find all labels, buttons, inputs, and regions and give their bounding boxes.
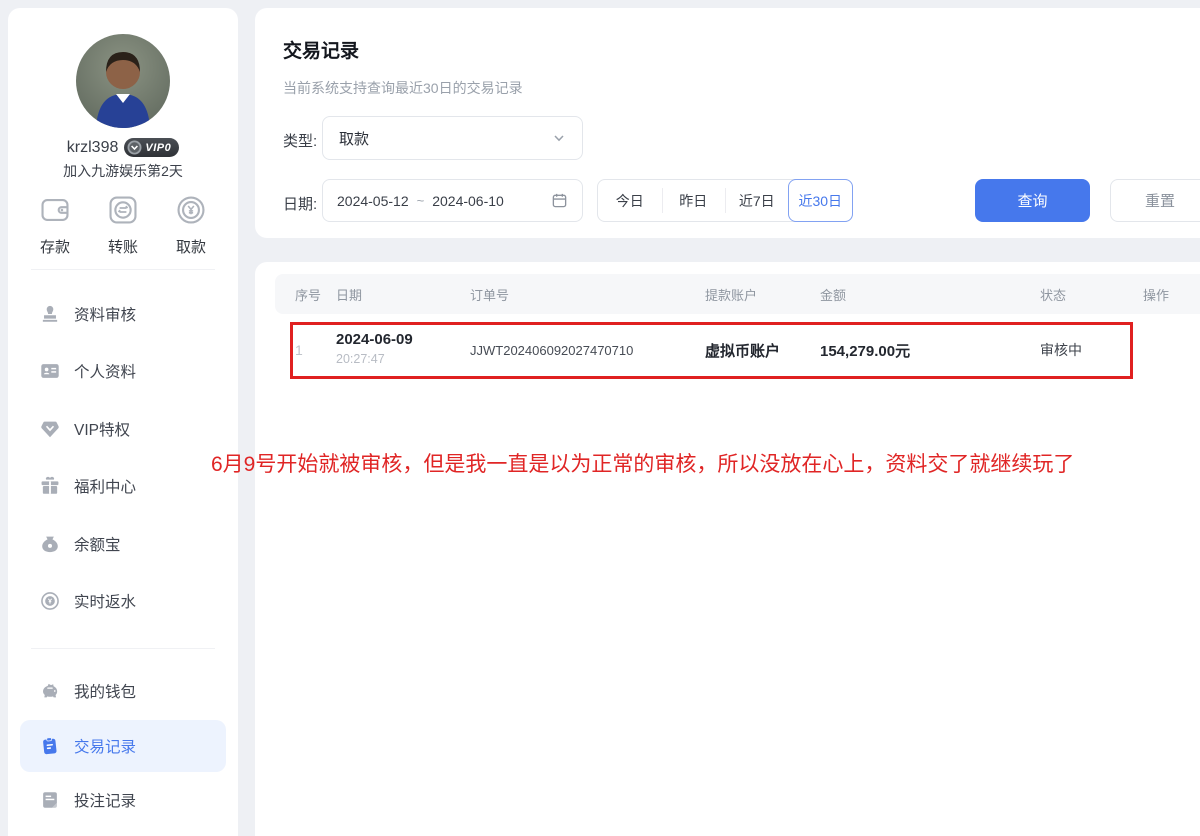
col-order-no: 订单号: [470, 285, 705, 304]
avatar-photo-placeholder: [76, 34, 170, 128]
range-30days-button[interactable]: 近30日: [788, 179, 854, 222]
row-date-time: 20:27:47: [336, 352, 385, 366]
date-end: 2024-06-10: [432, 193, 504, 209]
date-filter-label: 日期:: [283, 193, 317, 214]
sidebar-item-my-wallet[interactable]: 我的钱包: [8, 662, 238, 720]
date-start: 2024-05-12: [337, 193, 409, 209]
row-date-day: 2024-06-09: [336, 331, 413, 348]
row-status-badge: 审核中: [1040, 340, 1143, 360]
quick-range-group: 今日 昨日 近7日 近30日: [597, 179, 853, 222]
transfer-icon: [104, 191, 142, 229]
rebate-icon: [38, 590, 61, 613]
sidebar-item-label: 个人资料: [74, 360, 136, 382]
gift-icon: [38, 475, 61, 498]
avatar[interactable]: [76, 34, 170, 128]
row-index: 1: [295, 342, 336, 358]
sidebar-item-label: 福利中心: [74, 475, 136, 497]
filter-panel: 交易记录 当前系统支持查询最近30日的交易记录 类型: 取款 日期: 2024-…: [255, 8, 1200, 238]
id-card-icon: [38, 360, 61, 383]
piggy-bank-icon: [38, 679, 61, 702]
range-yesterday-button[interactable]: 昨日: [662, 180, 726, 221]
page-title: 交易记录: [283, 36, 359, 63]
sidebar: krzl398 VIP0 加入九游娱乐第2天: [8, 8, 238, 836]
table-row[interactable]: 1 2024-06-09 20:27:47 JJWT20240609202747…: [275, 314, 1200, 386]
range-7days-button[interactable]: 近7日: [725, 180, 789, 221]
sidebar-item-label: 资料审核: [74, 303, 136, 325]
col-action: 操作: [1143, 285, 1200, 304]
sidebar-item-personal-info[interactable]: 个人资料: [8, 343, 238, 401]
sidebar-item-yuebao[interactable]: 余额宝: [8, 515, 238, 573]
withdraw-label: 取款: [176, 236, 206, 257]
type-select[interactable]: 取款: [322, 116, 583, 160]
type-filter-label: 类型:: [283, 130, 317, 151]
search-button[interactable]: 查询: [975, 179, 1090, 222]
reset-button[interactable]: 重置: [1110, 179, 1200, 222]
transfer-label: 转账: [108, 236, 138, 257]
row-amount: 154,279.00元: [820, 340, 1040, 361]
username: krzl398: [67, 139, 119, 157]
user-row: krzl398 VIP0: [8, 138, 238, 157]
date-range-input[interactable]: 2024-05-12 ~ 2024-06-10: [322, 179, 583, 222]
transaction-records-page: krzl398 VIP0 加入九游娱乐第2天: [0, 0, 1200, 836]
page-subtitle: 当前系统支持查询最近30日的交易记录: [283, 78, 523, 98]
col-date: 日期: [336, 285, 470, 304]
wallet-icon: [36, 191, 74, 229]
row-account: 虚拟币账户: [705, 340, 820, 361]
sidebar-item-transaction-records[interactable]: 交易记录: [20, 720, 226, 772]
sidebar-item-profile-review[interactable]: 资料审核: [8, 285, 238, 343]
table-header-row: 序号 日期 订单号 提款账户 金额 状态 操作: [275, 274, 1200, 314]
sidebar-item-label: 我的钱包: [74, 680, 136, 702]
col-status: 状态: [1040, 285, 1143, 304]
withdraw-button[interactable]: 取款: [162, 191, 220, 257]
row-order-no: JJWT202406092027470710: [470, 343, 705, 358]
red-annotation-text: 6月9号开始就被审核，但是我一直是以为正常的审核，所以没放在心上，资料交了就继续…: [211, 448, 1074, 478]
divider: [31, 648, 215, 649]
deposit-label: 存款: [40, 236, 70, 257]
range-today-button[interactable]: 今日: [598, 180, 662, 221]
sidebar-item-label: 交易记录: [74, 735, 136, 757]
type-select-value: 取款: [339, 128, 552, 149]
join-info: 加入九游娱乐第2天: [8, 161, 238, 181]
vip-gem-icon: [38, 417, 61, 440]
sidebar-item-label: VIP特权: [74, 418, 130, 440]
clipboard-icon: [38, 734, 61, 757]
col-account: 提款账户: [705, 285, 820, 304]
sidebar-item-label: 实时返水: [74, 590, 136, 612]
sidebar-menu: 资料审核 个人资料: [8, 285, 238, 630]
withdraw-icon: [172, 191, 210, 229]
sidebar-item-betting-records[interactable]: 投注记录: [8, 772, 238, 830]
vip-shield-icon: [127, 140, 142, 155]
col-amount: 金额: [820, 285, 1040, 304]
quick-actions: 存款 转账: [26, 191, 220, 257]
sidebar-item-label: 投注记录: [74, 789, 136, 811]
divider: [31, 269, 215, 270]
records-table-panel: 序号 日期 订单号 提款账户 金额 状态 操作 1 2024-06-09 20:…: [255, 262, 1200, 836]
row-date: 2024-06-09 20:27:47: [336, 331, 470, 369]
sidebar-item-label: 余额宝: [74, 533, 121, 555]
sidebar-item-rebate[interactable]: 实时返水: [8, 573, 238, 631]
vip-badge[interactable]: VIP0: [124, 138, 179, 157]
calendar-icon: [551, 192, 568, 209]
notebook-icon: [38, 789, 61, 812]
transfer-button[interactable]: 转账: [94, 191, 152, 257]
col-index: 序号: [295, 285, 336, 304]
vip-level-text: VIP0: [145, 142, 171, 154]
deposit-button[interactable]: 存款: [26, 191, 84, 257]
sidebar-item-vip[interactable]: VIP特权: [8, 400, 238, 458]
date-separator: ~: [417, 193, 425, 208]
chevron-down-icon: [552, 131, 566, 145]
stamp-icon: [38, 302, 61, 325]
sidebar-menu-wallet: 我的钱包 交易记录: [8, 662, 238, 829]
money-bag-icon: [38, 532, 61, 555]
sidebar-item-benefits[interactable]: 福利中心: [8, 458, 238, 516]
